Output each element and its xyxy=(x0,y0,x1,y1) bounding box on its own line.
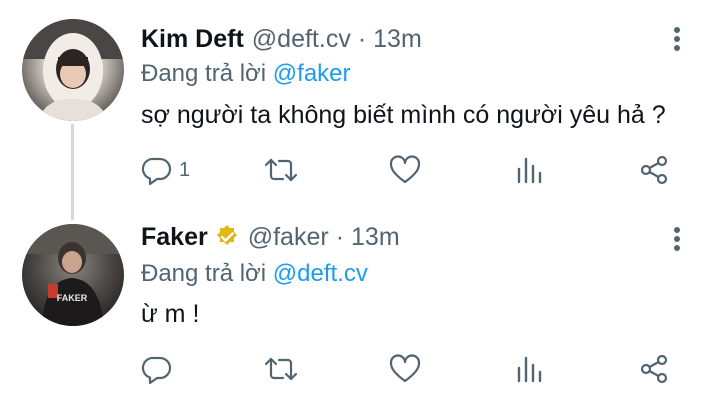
mention-link[interactable]: @faker xyxy=(273,60,351,87)
like-button[interactable] xyxy=(388,349,422,389)
more-options-icon[interactable] xyxy=(662,24,692,54)
avatar[interactable]: FAKER xyxy=(22,224,124,326)
share-icon xyxy=(638,353,670,385)
share-button[interactable] xyxy=(638,150,670,190)
display-name[interactable]: Faker xyxy=(141,223,208,252)
username-handle[interactable]: @deft.cv xyxy=(252,25,351,54)
mention-link[interactable]: @deft.cv xyxy=(273,260,368,287)
like-icon xyxy=(388,154,422,186)
retweet-icon xyxy=(263,353,299,385)
reply-button[interactable] xyxy=(141,349,179,389)
tweet[interactable]: FAKER Faker @faker · 13m Đang trả lời @d… xyxy=(0,207,720,405)
separator-dot: · xyxy=(335,222,345,251)
replying-to-label: Đang trả lời xyxy=(141,60,267,87)
tweet-header: Faker @faker · 13m xyxy=(141,220,400,254)
share-button[interactable] xyxy=(638,349,670,389)
verified-badge-icon[interactable] xyxy=(214,224,240,250)
action-bar: 1 xyxy=(0,150,720,190)
replying-to: Đang trả lời @deft.cv xyxy=(141,260,368,288)
username-handle[interactable]: @faker xyxy=(248,223,329,252)
retweet-button[interactable] xyxy=(263,349,299,389)
separator-dot: · xyxy=(357,24,367,53)
replying-to-label: Đang trả lời xyxy=(141,260,267,287)
action-bar xyxy=(0,349,720,389)
timestamp[interactable]: 13m xyxy=(373,25,422,54)
retweet-icon xyxy=(263,154,299,186)
share-icon xyxy=(638,154,670,186)
reply-icon xyxy=(141,154,173,186)
more-options-icon[interactable] xyxy=(662,224,692,254)
replying-to: Đang trả lời @faker xyxy=(141,60,351,88)
display-name[interactable]: Kim Deft xyxy=(141,25,244,54)
jersey-text: FAKER xyxy=(57,293,88,303)
tweet-text: ừ m ! xyxy=(141,300,200,328)
reply-button[interactable]: 1 xyxy=(141,150,190,190)
tweet-header: Kim Deft @deft.cv · 13m xyxy=(141,22,422,56)
like-icon xyxy=(388,353,422,385)
views-icon xyxy=(515,154,545,186)
reply-count: 1 xyxy=(179,158,191,181)
tweet[interactable]: Kim Deft @deft.cv · 13m Đang trả lời @fa… xyxy=(0,0,720,207)
avatar[interactable] xyxy=(22,19,124,121)
timestamp[interactable]: 13m xyxy=(351,223,400,252)
reply-icon xyxy=(141,353,173,385)
like-button[interactable] xyxy=(388,150,422,190)
views-icon xyxy=(515,353,545,385)
views-button[interactable] xyxy=(515,150,545,190)
retweet-button[interactable] xyxy=(263,150,299,190)
views-button[interactable] xyxy=(515,349,545,389)
tweet-text: sợ người ta không biết mình có người yêu… xyxy=(141,101,666,129)
